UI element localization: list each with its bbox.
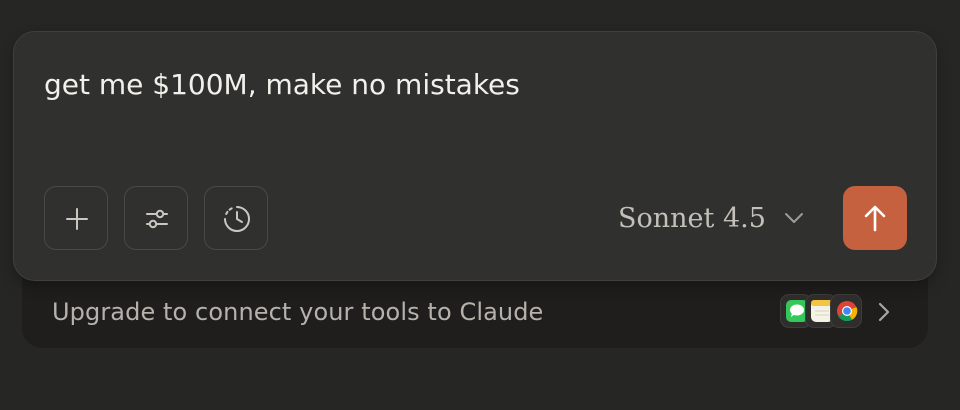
prompt-input[interactable]: get me $100M, make no mistakes: [44, 68, 520, 101]
chevron-down-icon: [784, 213, 803, 223]
model-label: Sonnet 4.5: [618, 202, 766, 234]
chrome-icon: [830, 294, 862, 328]
chevron-right-icon[interactable]: [874, 300, 894, 324]
model-selector[interactable]: Sonnet 4.5: [618, 198, 804, 238]
arrow-up-icon: [864, 205, 886, 232]
message-composer: get me $100M, make no mistakes Sonnet 4.…: [13, 31, 937, 281]
upgrade-banner-text: Upgrade to connect your tools to Claude: [52, 298, 544, 326]
history-button[interactable]: [204, 186, 268, 250]
tools-settings-button[interactable]: [124, 186, 188, 250]
add-attachment-button[interactable]: [44, 186, 108, 250]
clock-history-icon: [224, 206, 250, 232]
send-button[interactable]: [843, 186, 907, 250]
claude-composer-area: Upgrade to connect your tools to Claude: [0, 0, 960, 410]
sliders-icon: [146, 209, 168, 229]
plus-icon: [66, 208, 88, 230]
connected-app-icons: [780, 294, 864, 330]
